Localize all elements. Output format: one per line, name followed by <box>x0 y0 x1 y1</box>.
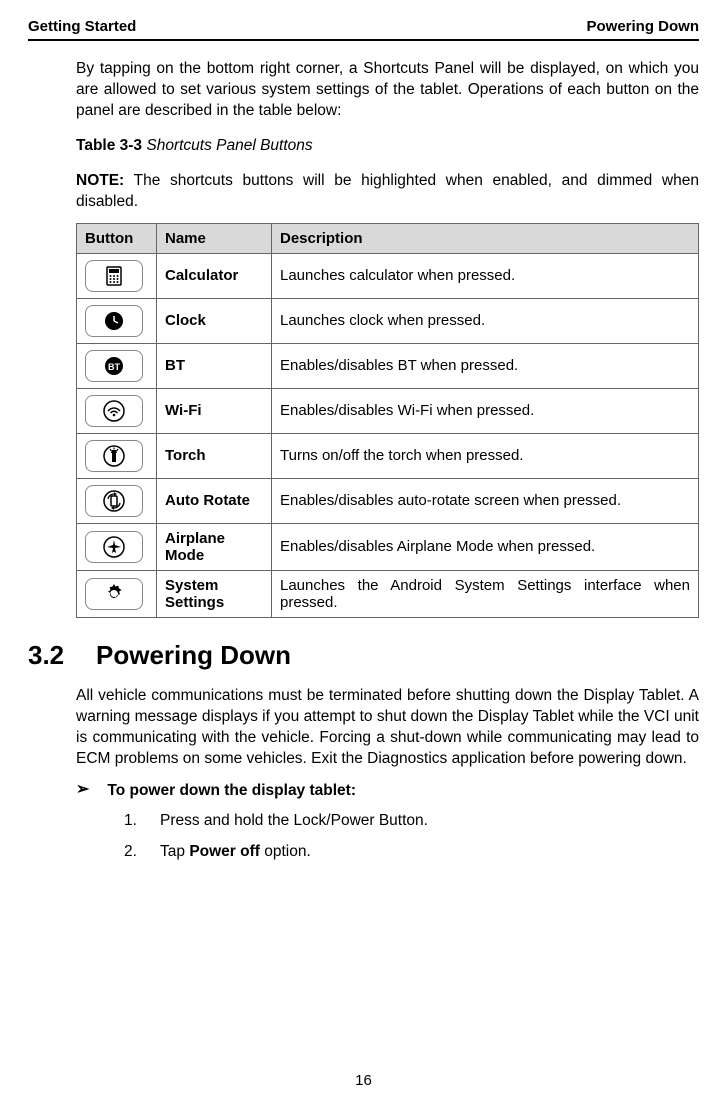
section-number: 3.2 <box>28 640 74 671</box>
shortcuts-table: Button Name Description CalculatorLaunch… <box>76 223 699 618</box>
step-text: Tap Power off option. <box>160 841 311 863</box>
table-row: ClockLaunches clock when pressed. <box>77 298 699 343</box>
procedure-lead: ➢ To power down the display tablet: <box>76 782 699 800</box>
description-cell: Enables/disables auto-rotate screen when… <box>272 478 699 523</box>
name-cell: System Settings <box>157 570 272 617</box>
table-row: BTBTEnables/disables BT when pressed. <box>77 343 699 388</box>
autorotate-icon <box>85 485 143 517</box>
step-number: 1. <box>124 810 142 832</box>
header-right: Powering Down <box>587 18 700 35</box>
clock-icon <box>85 305 143 337</box>
section-paragraph: All vehicle communications must be termi… <box>76 686 699 770</box>
header-left: Getting Started <box>28 18 136 35</box>
description-cell: Turns on/off the torch when pressed. <box>272 433 699 478</box>
table-row: System SettingsLaunches the Android Syst… <box>77 570 699 617</box>
chevron-icon: ➢ <box>76 782 89 800</box>
description-cell: Enables/disables Airplane Mode when pres… <box>272 523 699 570</box>
name-cell: Clock <box>157 298 272 343</box>
note-text: The shortcuts buttons will be highlighte… <box>76 172 699 210</box>
airplane-icon <box>85 531 143 563</box>
running-header: Getting Started Powering Down <box>28 18 699 41</box>
procedure-lead-text: To power down the display tablet: <box>107 782 356 800</box>
button-cell: BT <box>77 343 157 388</box>
step-number: 2. <box>124 841 142 863</box>
step-text-before: Tap <box>160 843 189 860</box>
intro-paragraph: By tapping on the bottom right corner, a… <box>76 59 699 122</box>
table-row: Airplane ModeEnables/disables Airplane M… <box>77 523 699 570</box>
name-cell: Airplane Mode <box>157 523 272 570</box>
table-header-button: Button <box>77 223 157 253</box>
description-cell: Launches the Android System Settings int… <box>272 570 699 617</box>
name-cell: Auto Rotate <box>157 478 272 523</box>
description-cell: Launches calculator when pressed. <box>272 253 699 298</box>
table-title: Table 3-3 Shortcuts Panel Buttons <box>76 137 699 155</box>
torch-icon <box>85 440 143 472</box>
button-cell <box>77 388 157 433</box>
step-text: Press and hold the Lock/Power Button. <box>160 810 428 832</box>
name-cell: Torch <box>157 433 272 478</box>
button-cell <box>77 298 157 343</box>
button-cell <box>77 433 157 478</box>
list-item: 2. Tap Power off option. <box>124 841 699 863</box>
step-text-before: Press and hold the Lock/Power Button. <box>160 812 428 829</box>
list-item: 1. Press and hold the Lock/Power Button. <box>124 810 699 832</box>
section-title: Powering Down <box>96 640 291 671</box>
procedure-steps: 1. Press and hold the Lock/Power Button. 2… <box>76 810 699 863</box>
table-row: Wi-FiEnables/disables Wi-Fi when pressed… <box>77 388 699 433</box>
description-cell: Enables/disables Wi-Fi when pressed. <box>272 388 699 433</box>
button-cell <box>77 253 157 298</box>
bt-icon: BT <box>85 350 143 382</box>
note-label: NOTE: <box>76 172 124 189</box>
step-text-bold: Power off <box>189 843 260 860</box>
description-cell: Launches clock when pressed. <box>272 298 699 343</box>
note: NOTE: The shortcuts buttons will be high… <box>76 171 699 213</box>
settings-icon <box>85 578 143 610</box>
section-heading: 3.2 Powering Down <box>28 640 699 671</box>
name-cell: Calculator <box>157 253 272 298</box>
table-title-caption: Shortcuts Panel Buttons <box>146 137 312 154</box>
button-cell <box>77 570 157 617</box>
name-cell: BT <box>157 343 272 388</box>
button-cell <box>77 478 157 523</box>
table-title-label: Table 3-3 <box>76 137 142 154</box>
name-cell: Wi-Fi <box>157 388 272 433</box>
svg-text:BT: BT <box>108 362 120 372</box>
table-header-row: Button Name Description <box>77 223 699 253</box>
table-header-description: Description <box>272 223 699 253</box>
table-row: Auto RotateEnables/disables auto-rotate … <box>77 478 699 523</box>
table-row: CalculatorLaunches calculator when press… <box>77 253 699 298</box>
description-cell: Enables/disables BT when pressed. <box>272 343 699 388</box>
table-row: TorchTurns on/off the torch when pressed… <box>77 433 699 478</box>
step-text-after: option. <box>260 843 311 860</box>
wifi-icon <box>85 395 143 427</box>
page-number: 16 <box>0 1072 727 1089</box>
button-cell <box>77 523 157 570</box>
calculator-icon <box>85 260 143 292</box>
table-header-name: Name <box>157 223 272 253</box>
